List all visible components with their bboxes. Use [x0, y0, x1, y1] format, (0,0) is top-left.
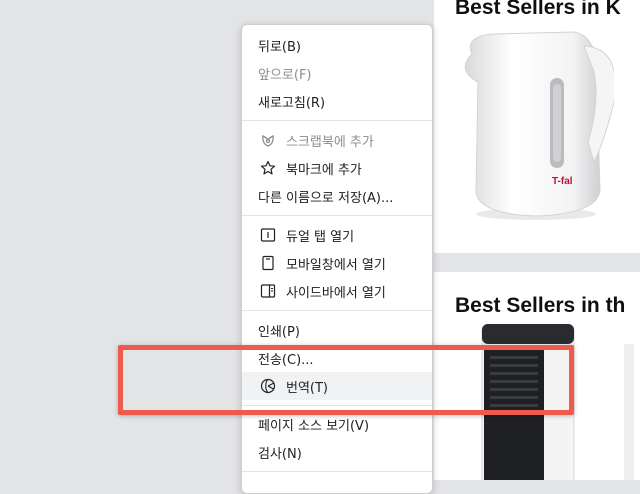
kettle-brand-label: T-fal — [552, 176, 573, 187]
menu-item-open-in-sidebar[interactable]: 사이드바에서 열기 — [242, 277, 432, 305]
star-icon — [260, 160, 276, 176]
menu-item-open-dual-tab[interactable]: 듀얼 탭 열기 — [242, 221, 432, 249]
sidebar-icon — [260, 283, 276, 299]
browser-page: Best Sellers in K T-fal Best Sellers in … — [0, 0, 640, 494]
menu-item-inspect[interactable]: 검사(N) — [242, 438, 432, 466]
menu-item-label: 사이드바에서 열기 — [286, 285, 386, 301]
menu-item-print[interactable]: 인쇄(P) — [242, 316, 432, 344]
context-menu: 뒤로(B) 앞으로(F) 새로고침(R) 스크랩북에 추가 북마크에 추가 다른… — [241, 24, 433, 494]
menu-item-label: 듀얼 탭 열기 — [286, 229, 355, 245]
menu-separator — [242, 120, 432, 121]
highlight-annotation-box — [118, 345, 574, 415]
menu-item-label: 뒤로(B) — [258, 39, 301, 55]
menu-item-back[interactable]: 뒤로(B) — [242, 31, 432, 59]
menu-item-reload[interactable]: 새로고침(R) — [242, 87, 432, 115]
kettle-product-image[interactable] — [454, 22, 614, 222]
menu-item-label: 다른 이름으로 저장(A)... — [258, 190, 394, 206]
menu-item-label: 페이지 소스 보기(V) — [258, 418, 370, 434]
menu-item-label: 새로고침(R) — [258, 95, 326, 111]
menu-item-open-mobile-window[interactable]: 모바일창에서 열기 — [242, 249, 432, 277]
section-title-1[interactable]: Best Sellers in K — [455, 0, 621, 20]
menu-item-label: 북마크에 추가 — [286, 162, 362, 178]
menu-separator — [242, 471, 432, 472]
scrapbook-icon — [260, 132, 276, 148]
menu-item-save-as[interactable]: 다른 이름으로 저장(A)... — [242, 182, 432, 210]
section-title-2[interactable]: Best Sellers in th — [455, 294, 625, 318]
menu-separator — [242, 215, 432, 216]
menu-item-label: 검사(N) — [258, 446, 302, 462]
menu-item-add-to-scrapbook[interactable]: 스크랩북에 추가 — [242, 126, 432, 154]
menu-item-add-bookmark[interactable]: 북마크에 추가 — [242, 154, 432, 182]
dual-tab-icon — [260, 227, 276, 243]
menu-separator — [242, 310, 432, 311]
menu-item-label: 스크랩북에 추가 — [286, 134, 374, 150]
menu-item-label: 인쇄(P) — [258, 324, 300, 340]
best-sellers-panel-1: Best Sellers in K T-fal — [434, 0, 640, 253]
menu-item-label: 모바일창에서 열기 — [286, 257, 386, 273]
menu-item-forward[interactable]: 앞으로(F) — [242, 59, 432, 87]
menu-item-label: 앞으로(F) — [258, 67, 312, 83]
mobile-window-icon — [260, 255, 276, 271]
